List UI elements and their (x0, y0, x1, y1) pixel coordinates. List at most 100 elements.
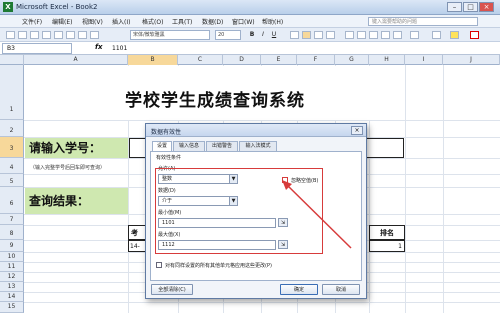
row-header-4[interactable]: 4 (0, 158, 24, 174)
row-header-1[interactable]: 1 (0, 65, 24, 120)
column-header-f[interactable]: F (297, 55, 335, 65)
gridline (405, 65, 406, 313)
formatting-toolbar: 宋体/微软雅黑 20 B I U (0, 28, 500, 42)
excel-window: X Microsoft Excel - Book2 – □ × 文件(F) 编辑… (0, 0, 500, 313)
increase-decimal-icon[interactable] (381, 31, 390, 39)
input-hint: （输入完整学号后回车即可查询） (30, 165, 106, 171)
column-header-i[interactable]: I (405, 55, 443, 65)
column-header-e[interactable]: E (261, 55, 297, 65)
column-header-a[interactable]: A (24, 55, 128, 65)
row-header-2[interactable]: 2 (0, 120, 24, 137)
currency-icon[interactable] (345, 31, 354, 39)
student-id-label: 请输入学号： (25, 138, 128, 158)
column-header-c[interactable]: C (178, 55, 223, 65)
data-validation-dialog: 数据有效性 × 设置 输入信息 出错警告 输入法模式 有效性条件 允许(A) 整… (145, 123, 367, 299)
indent-icon[interactable] (410, 31, 419, 39)
spelling-icon[interactable] (66, 31, 75, 39)
apply-all-checkbox[interactable] (156, 262, 162, 268)
tab-input-message[interactable]: 输入信息 (173, 141, 205, 151)
excel-app-icon: X (3, 2, 13, 12)
row-header-5[interactable]: 5 (0, 174, 24, 187)
column-header-j[interactable]: J (443, 55, 500, 65)
annotation-arrow (282, 180, 352, 249)
percent-icon[interactable] (357, 31, 366, 39)
rank-header-cell[interactable]: 排名 (369, 225, 405, 240)
apply-all-label: 对有同样设置的所有其他单元格应用这些更改(P) (165, 263, 272, 269)
font-size-select[interactable]: 20 (215, 30, 241, 40)
font-color-icon[interactable] (470, 31, 479, 39)
name-box[interactable]: B3 (2, 43, 72, 54)
row-header-7[interactable]: 7 (0, 214, 24, 225)
open-icon[interactable] (18, 31, 27, 39)
save-icon[interactable] (30, 31, 39, 39)
new-icon[interactable] (6, 31, 15, 39)
row-header-14[interactable]: 14 (0, 292, 24, 302)
dialog-close-button[interactable]: × (351, 126, 363, 135)
column-header-g[interactable]: G (335, 55, 369, 65)
gridline (24, 302, 500, 303)
tab-ime-mode[interactable]: 输入法模式 (239, 141, 277, 151)
rank-value-cell[interactable]: 1 (369, 240, 405, 252)
menu-window[interactable]: 窗口(W) (232, 17, 255, 26)
menu-data[interactable]: 数据(D) (202, 17, 223, 26)
fx-icon[interactable]: fx (95, 43, 103, 51)
ok-button[interactable]: 确定 (280, 284, 318, 295)
sheet-title: 学校学生成绩查询系统 (125, 91, 305, 111)
align-right-icon[interactable] (314, 31, 323, 39)
title-bar: X Microsoft Excel - Book2 – □ × (0, 0, 500, 15)
tab-error-alert[interactable]: 出错警告 (206, 141, 238, 151)
column-header-b[interactable]: B (128, 55, 178, 65)
dialog-title: 数据有效性 (151, 129, 182, 136)
align-center-icon[interactable] (302, 31, 311, 39)
undo-icon[interactable] (90, 31, 99, 39)
select-all-corner[interactable] (0, 55, 24, 65)
gridline (24, 120, 500, 121)
italic-button[interactable]: I (258, 30, 268, 40)
menu-help[interactable]: 帮助(H) (262, 17, 283, 26)
cancel-button[interactable]: 取消 (322, 284, 360, 295)
preview-icon[interactable] (54, 31, 63, 39)
merge-icon[interactable] (326, 31, 335, 39)
menu-insert[interactable]: 插入(I) (112, 17, 130, 26)
close-button[interactable]: × (479, 2, 494, 12)
row-header-11[interactable]: 11 (0, 262, 24, 272)
font-name-select[interactable]: 宋体/微软雅黑 (130, 30, 210, 40)
row-header-8[interactable]: 8 (0, 225, 24, 240)
window-title: Microsoft Excel - Book2 (16, 3, 98, 11)
cut-icon[interactable] (78, 31, 87, 39)
comma-icon[interactable] (369, 31, 378, 39)
row-header-12[interactable]: 12 (0, 272, 24, 282)
row-header-15[interactable]: 15 (0, 302, 24, 313)
menu-edit[interactable]: 编辑(E) (52, 17, 72, 26)
help-search-input[interactable]: 键入需要帮助的问题 (368, 17, 478, 26)
align-left-icon[interactable] (290, 31, 299, 39)
clear-all-button[interactable]: 全部清除(C) (151, 284, 193, 295)
menu-view[interactable]: 视图(V) (82, 17, 103, 26)
bold-button[interactable]: B (247, 30, 257, 40)
print-icon[interactable] (42, 31, 51, 39)
row-header-9[interactable]: 9 (0, 240, 24, 252)
row-header-3[interactable]: 3 (0, 137, 24, 158)
menu-format[interactable]: 格式(O) (142, 17, 163, 26)
menu-bar: 文件(F) 编辑(E) 视图(V) 插入(I) 格式(O) 工具(T) 数据(D… (0, 15, 500, 28)
minimize-button[interactable]: – (447, 2, 462, 12)
formula-bar: B3 fx 1101 (0, 42, 500, 55)
query-result-label: 查询结果： (25, 188, 128, 214)
underline-button[interactable]: U (269, 30, 279, 40)
decrease-decimal-icon[interactable] (393, 31, 402, 39)
fill-color-icon[interactable] (450, 31, 459, 39)
row-header-10[interactable]: 10 (0, 252, 24, 262)
column-header-h[interactable]: H (369, 55, 405, 65)
validation-criteria-label: 有效性条件 (156, 155, 182, 161)
row-header-13[interactable]: 13 (0, 282, 24, 292)
maximize-button[interactable]: □ (463, 2, 478, 12)
menu-file[interactable]: 文件(F) (22, 17, 42, 26)
gridline (443, 65, 444, 313)
formula-input[interactable]: 1101 (112, 43, 127, 54)
row-header-6[interactable]: 6 (0, 187, 24, 214)
borders-icon[interactable] (432, 31, 441, 39)
dialog-title-bar[interactable]: 数据有效性 (146, 124, 366, 137)
column-header-d[interactable]: D (223, 55, 261, 65)
menu-tools[interactable]: 工具(T) (172, 17, 192, 26)
column-header-bar: A B C D E F G H I J (0, 55, 500, 65)
